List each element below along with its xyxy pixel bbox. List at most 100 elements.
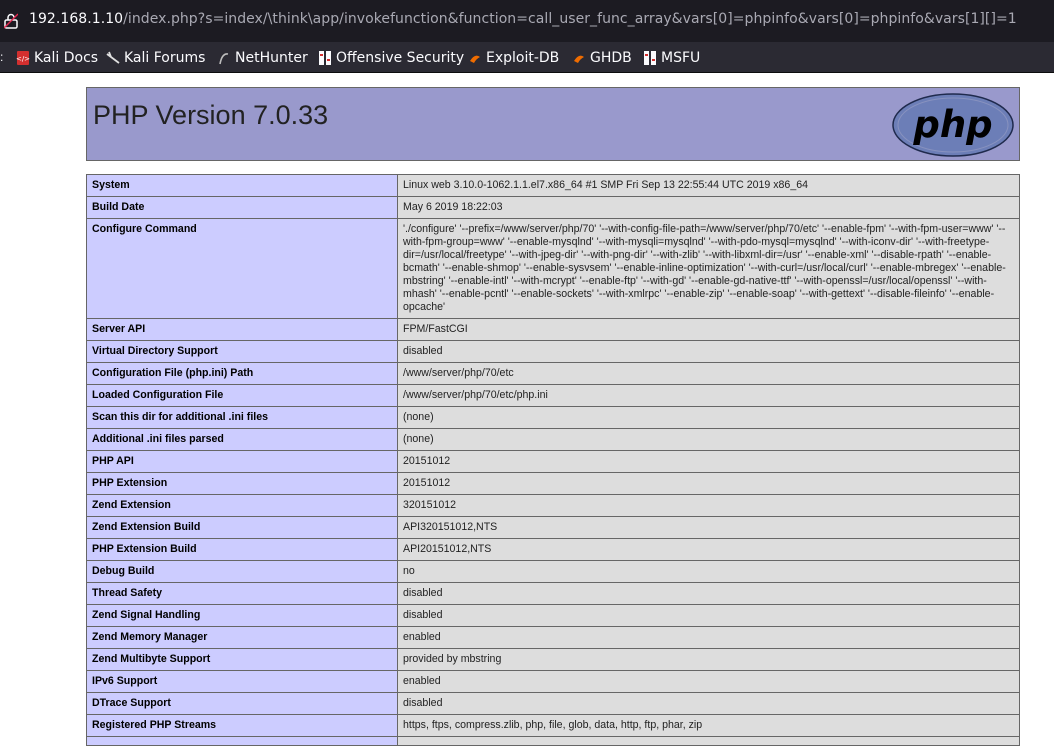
row-key: Build Date — [86, 196, 398, 219]
table-row: Virtual Directory Support disabled — [86, 340, 1020, 363]
phpinfo-header: PHP Version 7.0.33 php — [86, 87, 1020, 161]
row-value: May 6 2019 18:22:03 — [397, 196, 1020, 219]
exploitdb-icon — [470, 55, 480, 63]
row-key: Zend Extension — [86, 494, 398, 517]
table-row: Zend Extension Build API320151012,NTS — [86, 516, 1020, 539]
row-key: Configuration File (php.ini) Path — [86, 362, 398, 385]
table-row: Configuration File (php.ini) Path/www/se… — [86, 362, 1020, 385]
bookmark-kali-docs[interactable]: </> Kali Docs — [16, 48, 98, 67]
bookmark-label: MSFU — [661, 49, 701, 66]
url-host: 192.168.1.10 — [29, 11, 124, 27]
row-key: Configure Command — [86, 218, 398, 319]
bookmark-offensive-security[interactable]: Offensive Security — [318, 48, 464, 67]
row-key: Loaded Configuration File — [86, 384, 398, 407]
row-key: Server API — [86, 318, 398, 341]
bookmark-msfu[interactable]: MSFU — [643, 48, 700, 67]
row-key: DTrace Support — [86, 692, 398, 715]
bookmark-nethunter[interactable]: NetHunter — [217, 48, 308, 67]
table-row: Configure Command './configure' '--prefix… — [86, 218, 1020, 319]
table-row: Additional .ini files parsed (none) — [86, 428, 1020, 451]
table-row: Zend Memory Manager enabled — [86, 626, 1020, 649]
kali-docs-icon: </> — [16, 50, 30, 65]
bookmark-label: Kali Forums — [124, 49, 206, 66]
row-value: enabled — [397, 670, 1020, 693]
table-row: Thread Safety disabled — [86, 582, 1020, 605]
row-value: 20151012 — [397, 472, 1020, 495]
row-key: Scan this dir for additional .ini files — [86, 406, 398, 429]
row-value: disabled — [397, 692, 1020, 715]
bookmark-ghdb[interactable]: GHDB — [572, 48, 632, 67]
row-value: enabled — [397, 626, 1020, 649]
row-key: Thread Safety — [86, 582, 398, 605]
bookmarks-toolbar: : </> Kali Docs Kali Forums NetHunter Of… — [0, 42, 1054, 73]
row-value: API320151012,NTS — [397, 516, 1020, 539]
nethunter-icon — [219, 52, 229, 64]
row-value: https, ftps, compress.zlib, php, file, g… — [397, 714, 1020, 737]
offsec-icon — [319, 50, 331, 65]
table-row: Server API FPM/FastCGI — [86, 318, 1020, 341]
row-value: 320151012 — [397, 494, 1020, 517]
kali-forums-icon — [106, 51, 120, 64]
bookmark-label: Kali Docs — [34, 49, 99, 66]
row-value: (none) — [397, 428, 1020, 451]
table-row: IPv6 Support enabled — [86, 670, 1020, 693]
row-value: /www/server/php/70/etc/php.ini — [397, 384, 1020, 407]
table-row: Zend Extension 320151012 — [86, 494, 1020, 517]
page-content: PHP Version 7.0.33 php System Linux web 3… — [0, 74, 1054, 746]
table-row: Zend Multibyte Support provided by mbstri… — [86, 648, 1020, 671]
row-value: no — [397, 560, 1020, 583]
bookmarks-overflow-marker: : — [0, 50, 4, 64]
row-key — [86, 736, 398, 746]
row-value: disabled — [397, 340, 1020, 363]
bookmark-label: NetHunter — [235, 49, 308, 66]
row-value: disabled — [397, 604, 1020, 627]
row-key: Debug Build — [86, 560, 398, 583]
row-key: Zend Multibyte Support — [86, 648, 398, 671]
row-key: IPv6 Support — [86, 670, 398, 693]
row-key: System — [86, 174, 398, 197]
url-text[interactable]: 192.168.1.10/index.php?s=index/\think\ap… — [29, 11, 1017, 27]
phpinfo-table: System Linux web 3.10.0-1062.1.1.el7.x86_… — [86, 174, 1020, 746]
svg-text:</>: </> — [16, 55, 30, 63]
table-row: Scan this dir for additional .ini files(… — [86, 406, 1020, 429]
row-value: provided by mbstring — [397, 648, 1020, 671]
insecure-lock-icon[interactable] — [4, 13, 18, 29]
bookmark-label: Exploit-DB — [486, 49, 560, 66]
bookmark-exploit-db[interactable]: Exploit-DB — [468, 48, 559, 67]
row-key: Additional .ini files parsed — [86, 428, 398, 451]
row-value: API20151012,NTS — [397, 538, 1020, 561]
table-row: DTrace Support disabled — [86, 692, 1020, 715]
row-key: Zend Memory Manager — [86, 626, 398, 649]
row-value: FPM/FastCGI — [397, 318, 1020, 341]
msfu-icon — [644, 50, 656, 65]
row-value: Linux web 3.10.0-1062.1.1.el7.x86_64 #1 … — [397, 174, 1020, 197]
table-row: PHP Extension 20151012 — [86, 472, 1020, 495]
row-value: (none) — [397, 406, 1020, 429]
row-key: Registered PHP Streams — [86, 714, 398, 737]
row-value: disabled — [397, 582, 1020, 605]
url-path: /index.php?s=index/\think\app/invokefunc… — [123, 11, 1017, 27]
row-key: PHP API — [86, 450, 398, 473]
row-key: Zend Signal Handling — [86, 604, 398, 627]
table-row: PHP Extension Build API20151012,NTS — [86, 538, 1020, 561]
row-key: PHP Extension Build — [86, 538, 398, 561]
table-row: Debug Build no — [86, 560, 1020, 583]
bookmark-label: GHDB — [590, 49, 632, 66]
php-logo[interactable]: php — [892, 93, 1014, 157]
row-value: 20151012 — [397, 450, 1020, 473]
row-value — [397, 736, 1020, 746]
bookmark-kali-forums[interactable]: Kali Forums — [106, 48, 205, 67]
row-value: './configure' '--prefix=/www/server/php/… — [397, 218, 1020, 319]
row-key: Virtual Directory Support — [86, 340, 398, 363]
row-value: /www/server/php/70/etc — [397, 362, 1020, 385]
address-bar[interactable]: 192.168.1.10/index.php?s=index/\think\ap… — [0, 0, 1054, 42]
page-title: PHP Version 7.0.33 — [93, 100, 329, 130]
ghdb-icon — [574, 55, 584, 63]
table-row: System Linux web 3.10.0-1062.1.1.el7.x86_… — [86, 174, 1020, 197]
bookmark-label: Offensive Security — [336, 49, 465, 66]
table-row: Registered PHP Streams https, ftps, compr… — [86, 714, 1020, 737]
row-key: PHP Extension — [86, 472, 398, 495]
php-logo-text: php — [912, 103, 992, 146]
table-row: PHP API 20151012 — [86, 450, 1020, 473]
table-row: Zend Signal Handling disabled — [86, 604, 1020, 627]
